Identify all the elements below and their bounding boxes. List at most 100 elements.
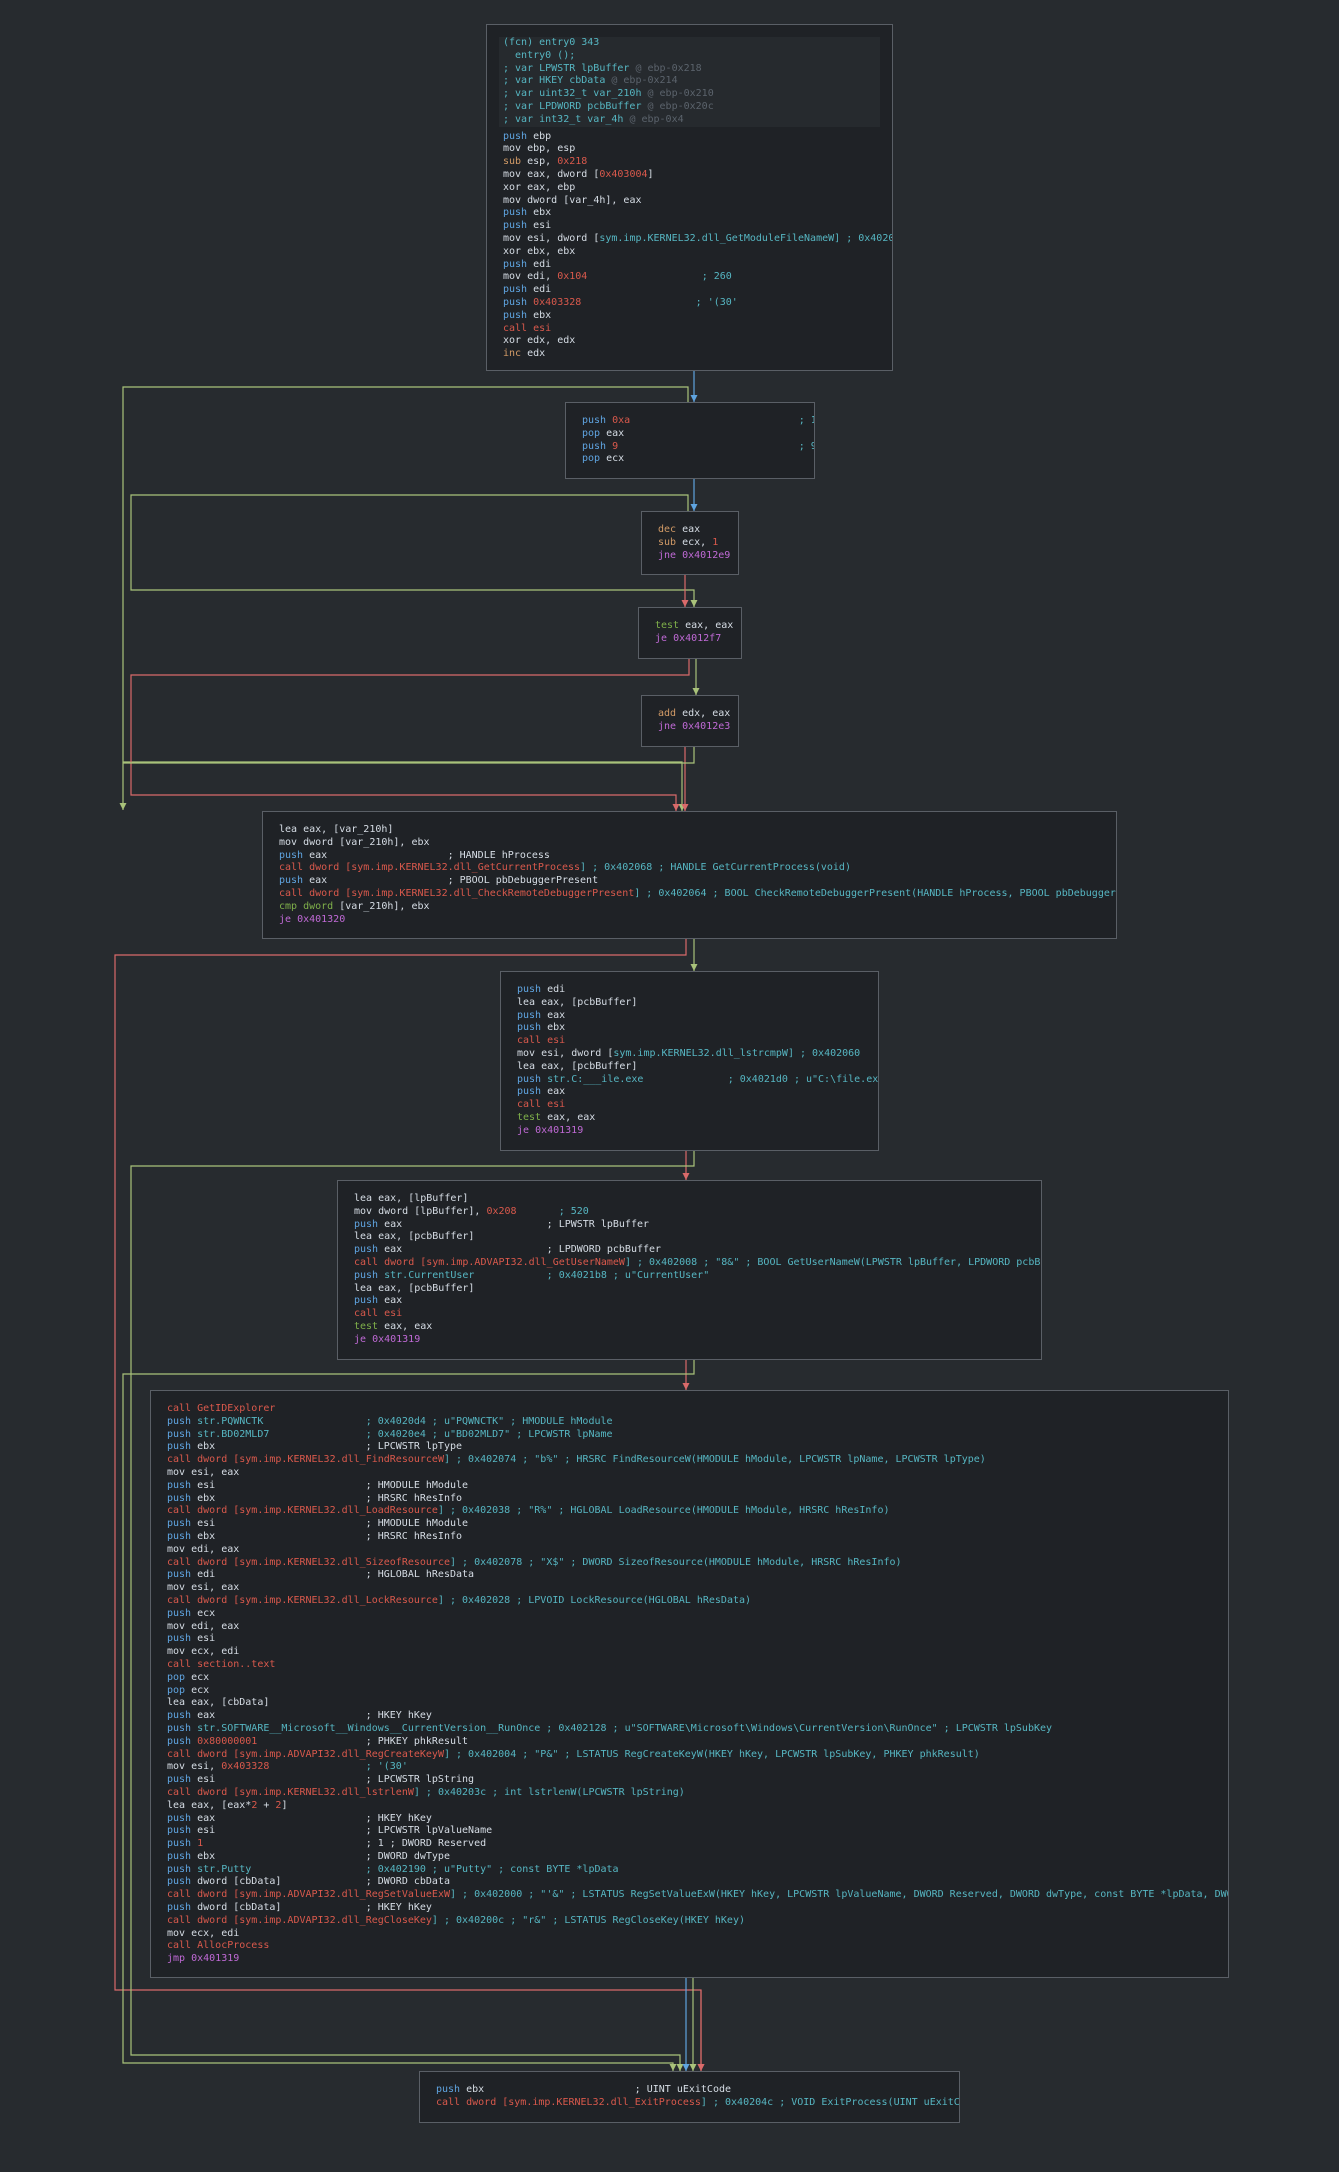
header-line: ; var LPWSTR lpBuffer @ ebp-0x218: [503, 63, 876, 76]
asm-token: @ ebp-0x4: [629, 113, 684, 125]
asm-line: push edi ; HGLOBAL hResData: [167, 1569, 1212, 1582]
asm-line: je 0x401319: [354, 1334, 1025, 1347]
asm-token: ebx: [197, 1530, 216, 1542]
asm-line: call dword [sym.imp.KERNEL32.dll_FindRes…: [167, 1454, 1212, 1467]
asm-token: push: [354, 1218, 385, 1230]
asm-token: mov: [167, 1646, 192, 1658]
asm-token: 0x4012e9: [682, 549, 731, 561]
asm-token: push: [503, 207, 534, 219]
asm-token: eax, ebp: [527, 181, 576, 193]
asm-line: xor eax, ebp: [503, 182, 876, 195]
asm-token: esi: [533, 322, 552, 334]
asm-token: esi: [547, 1035, 566, 1047]
asm-token: call: [167, 1889, 198, 1901]
asm-token: jne: [658, 720, 683, 732]
edge-arrowhead: [682, 2064, 690, 2071]
asm-token: esi: [197, 1825, 216, 1837]
asm-token: push: [354, 1295, 385, 1307]
asm-line: pop ecx: [167, 1672, 1212, 1685]
asm-token: push: [517, 1009, 548, 1021]
asm-token: @ ebp-0x210: [647, 88, 714, 100]
asm-token: ]: [281, 1799, 288, 1811]
asm-token: 0xa: [612, 415, 631, 426]
asm-line: push eax: [517, 1010, 862, 1023]
asm-line: mov dword [var_4h], eax: [503, 195, 876, 208]
asm-token: lea: [354, 1193, 379, 1204]
asm-token: ebx: [533, 309, 552, 321]
asm-token: 0x403328: [533, 296, 582, 308]
asm-token: 0x104: [557, 271, 588, 283]
asm-token: push: [582, 440, 613, 452]
node-exit-process: push ebx ; UINT uExitCode call dword [sym…: [419, 2071, 960, 2123]
node-body: add edx, eax jne 0x4012e3: [642, 708, 738, 734]
asm-token: pop: [582, 453, 607, 465]
asm-token: ; 0x4020e4 ; u"BD02MLD7" ; LPCWSTR lpNam…: [269, 1428, 613, 1440]
asm-token: push: [167, 1492, 198, 1504]
asm-token: mov: [503, 168, 528, 180]
asm-token: push: [517, 1022, 548, 1034]
asm-token: ebx: [197, 1441, 216, 1453]
asm-token: sym.imp.ADVAPI32.dll_RegSetValueExW: [239, 1889, 450, 1901]
asm-token: push: [354, 1244, 385, 1256]
asm-token: inc: [503, 348, 528, 360]
asm-token: eax: [384, 1218, 403, 1230]
asm-line: call section..text: [167, 1659, 1212, 1672]
asm-line: push str.C:___ile.exe ; 0x4021d0 ; u"C:\…: [517, 1074, 878, 1087]
asm-line: test eax, eax: [517, 1112, 862, 1125]
asm-line: push eax ; HKEY hKey: [167, 1813, 1212, 1826]
asm-line: lea eax, [var_210h]: [279, 824, 1100, 837]
asm-token: 0x401320: [297, 913, 346, 925]
asm-line: sub ecx, 1: [658, 537, 722, 550]
asm-token: push: [167, 1876, 198, 1888]
asm-token: esi, dword [: [541, 1047, 614, 1059]
asm-token: push: [167, 1633, 198, 1645]
asm-token: ecx: [191, 1671, 210, 1683]
node-test-eax: test eax, eax je 0x4012f7: [638, 607, 742, 659]
asm-token: test: [517, 1111, 548, 1123]
asm-token: xor: [503, 335, 528, 347]
asm-token: ; HRSRC hResInfo: [215, 1492, 463, 1504]
asm-token: ] ; 0x402028 ; LPVOID LockResource(HGLOB…: [437, 1594, 752, 1606]
edge-arrowhead: [669, 2064, 677, 2071]
asm-token: 0x403004: [599, 168, 648, 180]
asm-line: push 0xa ; 10: [582, 415, 814, 428]
asm-token: mov: [167, 1466, 192, 1478]
asm-token: push: [167, 1902, 198, 1914]
asm-line: je 0x401319: [517, 1125, 862, 1138]
asm-token: call: [354, 1256, 385, 1268]
asm-token: mov: [517, 1047, 542, 1059]
asm-line: test eax, eax: [655, 620, 733, 633]
asm-token: ; 520: [516, 1205, 589, 1217]
asm-token: mov: [279, 836, 304, 848]
asm-token: push: [167, 1722, 198, 1734]
asm-token: eax: [384, 1295, 403, 1307]
asm-token: 0x401319: [372, 1333, 421, 1345]
asm-line: push 0x403328 ; '(30': [503, 297, 876, 310]
asm-token: ; LPWSTR lpBuffer: [402, 1218, 650, 1230]
asm-line: pop ecx: [582, 453, 798, 466]
asm-line: mov esi, 0x403328 ; '(30': [167, 1761, 1212, 1774]
header-line: ; var HKEY cbData @ ebp-0x214: [503, 75, 876, 88]
asm-token: 0x208: [486, 1205, 517, 1217]
asm-token: edi: [547, 984, 566, 995]
asm-token: push: [167, 1607, 198, 1619]
asm-token: eax, eax: [547, 1111, 596, 1123]
asm-token: push: [167, 1428, 198, 1440]
asm-token: push: [167, 1850, 198, 1862]
asm-token: esi,: [191, 1761, 222, 1773]
asm-token: dword [: [197, 1914, 240, 1926]
asm-token: push: [436, 2084, 467, 2095]
asm-token: ] ; 0x402038 ; "R%" ; HGLOBAL LoadResour…: [437, 1505, 890, 1517]
asm-token: ] ; 0x402008 ; "8&" ; BOOL GetUserNameW(…: [624, 1256, 1042, 1268]
asm-token: section..text: [197, 1658, 276, 1670]
asm-line: push 0x80000001 ; PHKEY phkResult: [167, 1736, 1212, 1749]
asm-token: ; LPDWORD pcbBuffer: [402, 1244, 662, 1256]
asm-token: 0x401319: [191, 1953, 240, 1965]
asm-token: lea: [517, 1060, 542, 1072]
asm-token: ]: [647, 168, 654, 180]
asm-token: push: [503, 130, 534, 142]
asm-token: 0x80000001: [197, 1735, 258, 1747]
asm-token: cmp: [279, 900, 304, 912]
asm-token: lea: [354, 1282, 379, 1294]
asm-token: push: [167, 1863, 198, 1875]
